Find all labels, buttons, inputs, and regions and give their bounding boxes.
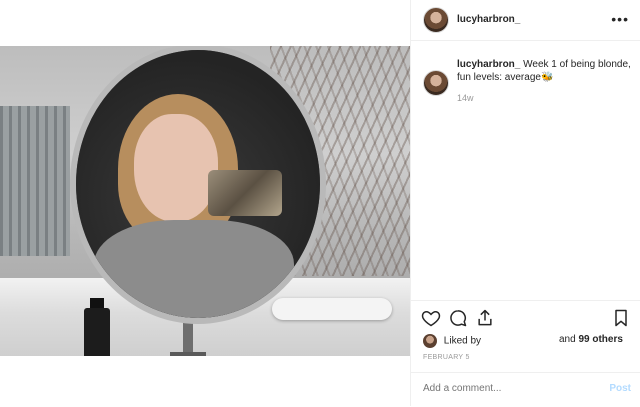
share-icon[interactable] (475, 308, 495, 328)
comment-box: Post (411, 372, 640, 407)
caption-username[interactable]: lucyharbron_ (457, 59, 520, 70)
photo-sweater (94, 220, 294, 318)
post-photo-panel (0, 0, 410, 406)
likes-summary: Liked by and 99 others (423, 334, 623, 348)
actions-divider (411, 300, 640, 302)
comment-icon[interactable] (448, 308, 468, 328)
bookmark-icon[interactable] (611, 308, 631, 328)
post-photo[interactable] (0, 46, 410, 356)
avatar[interactable] (423, 7, 449, 33)
comment-input[interactable] (423, 383, 593, 394)
post-comment-button[interactable]: Post (609, 383, 631, 394)
likes-others[interactable]: and 99 others (559, 334, 623, 345)
photo-mirror-base (170, 352, 206, 356)
caption: lucyharbron_ Week 1 of being blonde, fun… (457, 58, 633, 84)
caption-time[interactable]: 14w (457, 93, 474, 103)
liker-avatar[interactable] (423, 334, 437, 348)
photo-fence (0, 106, 70, 256)
photo-mirror (70, 46, 326, 324)
photo-phone (208, 170, 282, 216)
photo-face (134, 114, 218, 222)
likes-count[interactable]: 99 others (578, 334, 622, 345)
more-options-icon[interactable]: ••• (611, 11, 629, 27)
header-username[interactable]: lucyharbron_ (457, 14, 520, 25)
like-heart-icon[interactable] (421, 308, 441, 328)
post-side-panel: lucyharbron_ ••• lucyharbron_ Week 1 of … (410, 0, 640, 406)
caption-avatar[interactable] (423, 70, 449, 96)
likes-prefix: Liked by (443, 335, 482, 347)
post-date: FEBRUARY 5 (423, 354, 470, 361)
post-header: lucyharbron_ ••• (411, 0, 640, 41)
likes-and: and (559, 334, 576, 345)
